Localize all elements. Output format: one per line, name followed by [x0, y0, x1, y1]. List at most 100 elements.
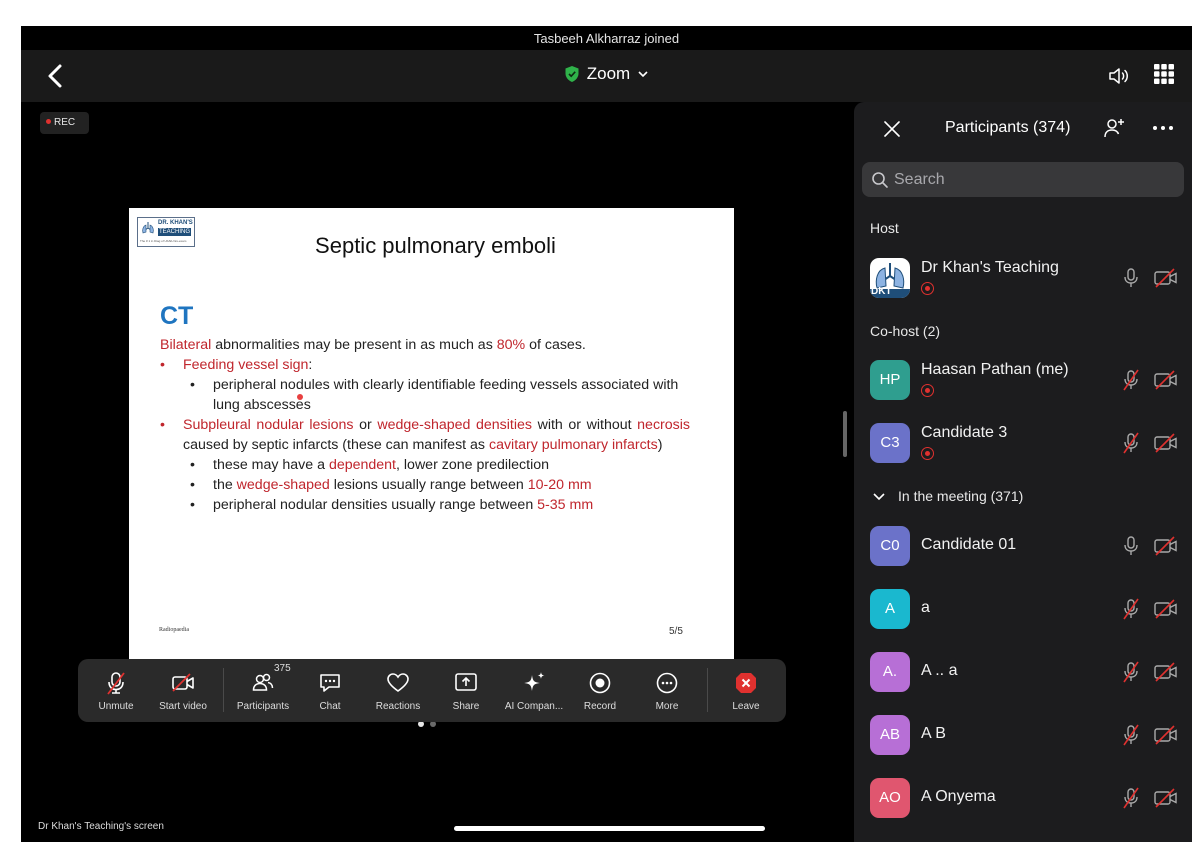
video-off-icon	[1154, 268, 1177, 288]
avatar-text: DKT	[871, 286, 892, 297]
leave-button[interactable]: Leave	[718, 659, 774, 722]
slide-text-highlight: wedge-shaped	[236, 477, 330, 493]
slide-text-highlight: 5-35 mm	[537, 497, 594, 513]
cohost-section-label: Co-host (2)	[870, 323, 941, 339]
participant-row[interactable]: AO A Onyema	[854, 770, 1192, 826]
mic-muted-icon	[1123, 787, 1139, 809]
mic-muted-icon	[1123, 661, 1139, 683]
slide-sub-bullet: these may have a dependent, lower zone p…	[160, 455, 690, 475]
video-off-icon	[1154, 433, 1177, 453]
mic-muted-icon	[1123, 724, 1139, 746]
panel-more-button[interactable]	[1150, 116, 1176, 140]
slide-text: these may have a	[213, 457, 329, 473]
reactions-button[interactable]: Reactions	[364, 659, 432, 722]
add-person-icon	[1104, 119, 1124, 138]
shared-screen-area[interactable]: REC DR. KHAN'S TEACHING The # 1 in Diag …	[21, 102, 835, 842]
slide-text-highlight: necrosis	[637, 417, 691, 433]
participant-name: A .. a	[921, 662, 958, 679]
in-meeting-section-toggle[interactable]: In the meeting (371)	[872, 488, 1023, 504]
participant-name: Candidate 01	[921, 536, 1017, 553]
participant-name: a	[921, 599, 930, 616]
close-panel-button[interactable]	[881, 118, 903, 140]
shield-check-icon	[565, 66, 579, 82]
logo-title: DR. KHAN'S	[158, 220, 193, 226]
start-video-button[interactable]: Start video	[150, 659, 216, 722]
panel-resize-handle[interactable]	[843, 411, 847, 457]
slide-text: with or without	[532, 417, 638, 433]
avatar: A.	[870, 652, 910, 692]
slide-sub-bullet: peripheral nodules with clearly identifi…	[160, 375, 690, 415]
record-button[interactable]: Record	[572, 659, 628, 722]
slide-text: peripheral nodular densities usually ran…	[213, 497, 538, 513]
slide-body: Bilateral abnormalities may be present i…	[160, 335, 690, 515]
unmute-label: Unmute	[98, 701, 134, 712]
slide-page-number: 5/5	[669, 626, 683, 637]
ai-companion-button[interactable]: AI Compan...	[498, 659, 570, 722]
toolbar-divider	[707, 668, 708, 712]
slide-text-highlight: Bilateral	[160, 337, 212, 353]
participant-row-cohost[interactable]: HP Haasan Pathan (me)	[854, 352, 1192, 408]
more-button[interactable]: More	[639, 659, 695, 722]
speaker-icon	[1109, 68, 1128, 84]
participant-row[interactable]: C0 Candidate 01	[854, 518, 1192, 574]
participant-row[interactable]: AB A B	[854, 707, 1192, 763]
share-button[interactable]: Share	[438, 659, 494, 722]
participants-search[interactable]	[862, 162, 1184, 197]
participant-row[interactable]: A a	[854, 581, 1192, 637]
chat-bubble-icon	[320, 674, 340, 692]
slide-sub-bullet: peripheral nodular densities usually ran…	[160, 495, 690, 515]
heart-icon	[387, 673, 409, 692]
slide-text: abnormalities may be present in as much …	[211, 337, 497, 353]
chat-button[interactable]: Chat	[302, 659, 358, 722]
start-video-label: Start video	[159, 701, 207, 712]
participant-name: A Onyema	[921, 788, 996, 805]
mic-muted-icon	[1123, 598, 1139, 620]
participant-row-host[interactable]: DKT Dr Khan's Teaching	[854, 250, 1192, 306]
more-dots-icon	[656, 672, 678, 694]
panel-title: Participants (374)	[945, 119, 1071, 136]
video-off-icon	[1154, 788, 1177, 808]
slide-footer: Radiopaedia	[159, 627, 189, 633]
gallery-view-button[interactable]	[1152, 62, 1176, 86]
laser-pointer	[297, 394, 303, 400]
slide-text: lesions usually range between	[329, 477, 528, 493]
invite-button[interactable]	[1102, 116, 1126, 140]
slide-text: caused by septic infarcts (these can man…	[183, 437, 489, 453]
participant-name: Dr Khan's Teaching	[921, 259, 1059, 276]
grid-icon	[1154, 64, 1174, 84]
mic-muted-icon	[1123, 432, 1139, 454]
slide-text-highlight: cavitary pulmonary infarcts	[488, 437, 658, 453]
leave-x-icon	[736, 673, 756, 693]
record-icon	[589, 672, 611, 694]
chevron-down-icon	[638, 71, 648, 78]
participants-button[interactable]: 375 Participants	[230, 659, 296, 722]
video-off-icon	[1154, 370, 1177, 390]
speaker-button[interactable]	[1105, 62, 1133, 90]
slide-text-highlight: wedge-shaped densities	[377, 417, 532, 433]
participant-row-cohost[interactable]: C3 Candidate 3	[854, 415, 1192, 471]
search-input[interactable]	[894, 166, 1174, 193]
recording-status-icon	[921, 447, 934, 460]
mic-icon	[1124, 536, 1138, 555]
participant-row[interactable]: A. A .. a	[854, 644, 1192, 700]
share-screen-icon	[455, 673, 477, 691]
chevron-down-icon	[873, 493, 885, 501]
participant-name: A B	[921, 725, 946, 742]
avatar: DKT	[870, 258, 910, 298]
in-meeting-section-label: In the meeting (371)	[898, 488, 1024, 504]
sparkle-icon	[524, 672, 545, 691]
unmute-button[interactable]: Unmute	[86, 659, 146, 722]
more-label: More	[655, 701, 679, 712]
avatar: C3	[870, 423, 910, 463]
slide-text: of cases.	[525, 337, 586, 353]
avatar: AO	[870, 778, 910, 818]
home-indicator[interactable]	[454, 826, 765, 831]
avatar: HP	[870, 360, 910, 400]
record-dot-icon	[46, 119, 51, 124]
meeting-title-button[interactable]: Zoom	[21, 64, 1192, 84]
slide-text-highlight: dependent	[328, 457, 397, 473]
leave-label: Leave	[732, 701, 760, 712]
slide-text-highlight: Feeding vessel sign	[183, 357, 309, 373]
zoom-window: Tasbeeh Alkharraz joined Zoom REC DR. KH…	[21, 26, 1192, 842]
participants-icon	[252, 673, 274, 691]
